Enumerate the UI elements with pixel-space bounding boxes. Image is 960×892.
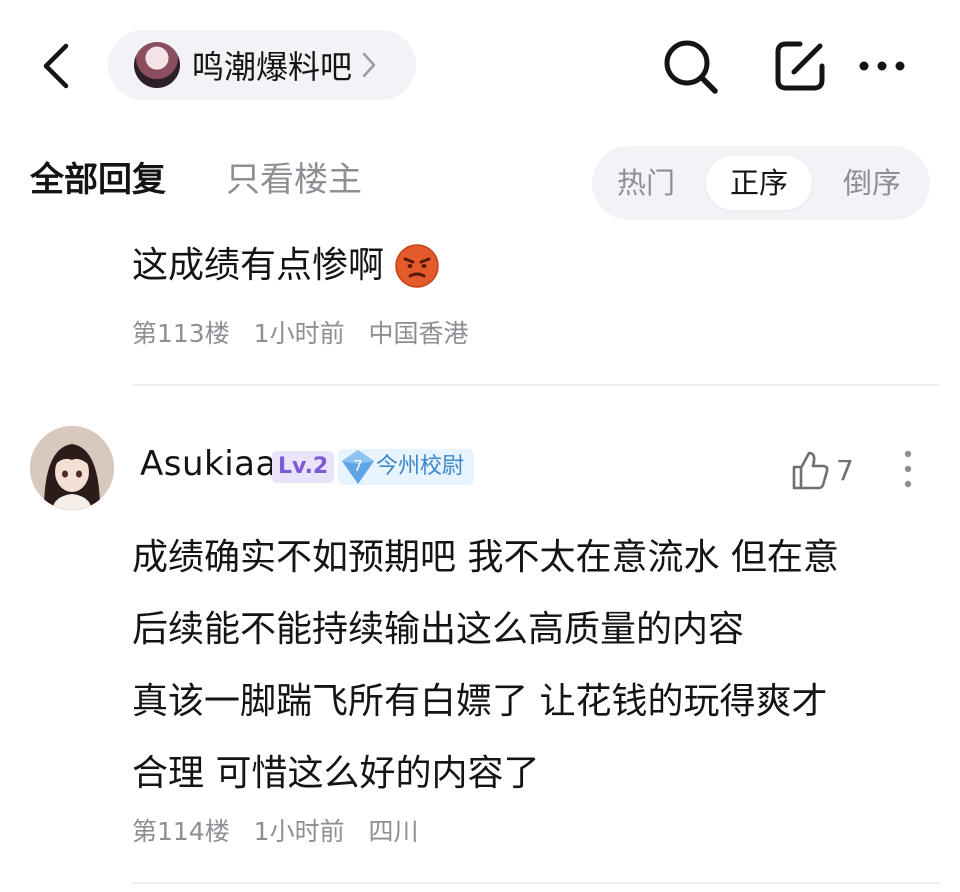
level-badge: Lv.2 — [272, 451, 335, 483]
like-button[interactable]: 7 — [790, 446, 854, 494]
diamond-rank-icon: 7 — [342, 450, 374, 484]
thumbs-up-icon — [792, 451, 829, 490]
forum-avatar — [134, 42, 180, 88]
more-menu-button[interactable] — [852, 36, 912, 96]
reply-113-meta: 第113楼 1小时前 中国香港 — [132, 314, 485, 350]
rank-number: 7 — [353, 457, 363, 475]
post-time: 1小时前 — [253, 319, 345, 348]
sort-descending[interactable]: 倒序 — [820, 156, 924, 210]
search-icon — [664, 40, 718, 94]
reply-text: 这成绩有点惨啊 — [132, 245, 385, 286]
reply-114-body: 成绩确实不如预期吧 我不太在意流水 但在意 后续能不能持续输出这么高质量的内容 … — [132, 522, 932, 810]
more-horizontal-icon — [859, 61, 905, 71]
post-time: 1小时前 — [253, 817, 345, 846]
more-vertical-icon — [904, 450, 912, 488]
floor-number: 第114楼 — [132, 817, 230, 846]
title-badge: 7 今州校尉 — [338, 449, 475, 485]
forum-link[interactable]: 鸣潮爆料吧 — [108, 30, 416, 100]
title-text: 今州校尉 — [376, 454, 465, 479]
reply-line: 真该一脚踹飞所有白嫖了 让花钱的玩得爽才 — [132, 681, 828, 722]
angry-face-icon — [395, 244, 439, 288]
sort-toggle: 热门 正序 倒序 — [592, 146, 930, 220]
reply-line: 后续能不能持续输出这么高质量的内容 — [132, 609, 745, 650]
post-location: 中国香港 — [368, 319, 469, 348]
back-button[interactable] — [30, 38, 86, 94]
floor-number: 第113楼 — [132, 319, 230, 348]
chevron-right-icon — [362, 52, 376, 78]
chevron-left-icon — [43, 43, 69, 89]
forum-name: 鸣潮爆料吧 — [192, 48, 353, 86]
tab-op-only[interactable]: 只看楼主 — [226, 152, 362, 201]
reply-113-text-row: 这成绩有点惨啊 — [132, 232, 440, 300]
reply-more-button[interactable] — [896, 446, 920, 492]
like-count: 7 — [836, 453, 854, 487]
user-avatar[interactable] — [30, 426, 114, 510]
share-button[interactable] — [770, 36, 830, 96]
avatar-image — [30, 426, 114, 510]
post-location: 四川 — [368, 817, 419, 846]
search-button[interactable] — [660, 36, 720, 96]
tab-all-replies[interactable]: 全部回复 — [30, 152, 166, 201]
reply-114-meta: 第114楼 1小时前 四川 — [132, 812, 435, 848]
sort-hot[interactable]: 热门 — [594, 156, 698, 210]
sort-ascending[interactable]: 正序 — [706, 156, 812, 210]
divider — [132, 882, 940, 884]
divider — [132, 384, 940, 386]
share-icon — [775, 41, 825, 91]
username[interactable]: Asukiaa — [140, 444, 277, 484]
reply-line: 合理 可惜这么好的内容了 — [132, 753, 540, 794]
reply-line: 成绩确实不如预期吧 我不太在意流水 但在意 — [132, 537, 839, 578]
